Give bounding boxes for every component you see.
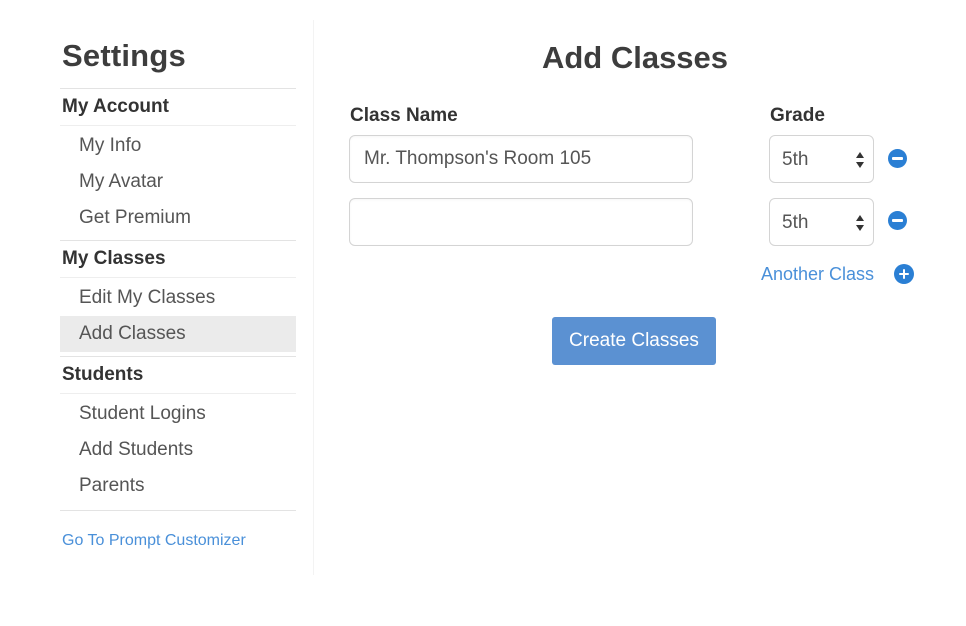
section-items: Edit My Classes Add Classes xyxy=(60,278,296,356)
class-name-input-2[interactable] xyxy=(349,198,693,246)
page-title: Add Classes xyxy=(541,40,729,75)
grade-label: Grade xyxy=(770,105,825,126)
class-name-input-1[interactable] xyxy=(349,135,693,183)
settings-page: Settings My Account My Info My Avatar Ge… xyxy=(0,0,966,626)
grade-select-1[interactable]: 5th xyxy=(769,135,874,183)
remove-row-1-minus-circle-icon[interactable] xyxy=(888,149,907,168)
section-students: Students Student Logins Add Students Par… xyxy=(60,356,296,508)
another-class-link[interactable]: Another Class xyxy=(761,264,874,285)
section-header-my-classes: My Classes xyxy=(60,241,296,278)
section-my-classes: My Classes Edit My Classes Add Classes xyxy=(60,240,296,356)
up-down-arrows-icon xyxy=(856,152,864,168)
remove-row-2-minus-circle-icon[interactable] xyxy=(888,211,907,230)
sidebar-item-my-avatar[interactable]: My Avatar xyxy=(60,164,296,200)
column-divider xyxy=(313,20,314,575)
prompt-customizer-link[interactable]: Go To Prompt Customizer xyxy=(62,532,296,550)
section-header-my-account: My Account xyxy=(60,89,296,126)
sidebar-item-get-premium[interactable]: Get Premium xyxy=(60,200,296,236)
settings-sidebar: Settings My Account My Info My Avatar Ge… xyxy=(60,38,296,550)
section-header-students: Students xyxy=(60,357,296,394)
class-name-label: Class Name xyxy=(350,105,458,126)
sidebar-item-edit-my-classes[interactable]: Edit My Classes xyxy=(60,280,296,316)
sidebar-item-my-info[interactable]: My Info xyxy=(60,128,296,164)
sidebar-item-student-logins[interactable]: Student Logins xyxy=(60,396,296,432)
plus-circle-icon[interactable] xyxy=(894,264,914,284)
up-down-arrows-icon xyxy=(856,215,864,231)
grade-select-value: 5th xyxy=(782,149,809,170)
create-classes-button[interactable]: Create Classes xyxy=(552,317,716,365)
grade-select-value: 5th xyxy=(782,212,809,233)
sidebar-title: Settings xyxy=(62,38,186,73)
section-items: Student Logins Add Students Parents xyxy=(60,394,296,508)
grade-select-2[interactable]: 5th xyxy=(769,198,874,246)
section-items: My Info My Avatar Get Premium xyxy=(60,126,296,240)
sidebar-item-add-classes[interactable]: Add Classes xyxy=(60,316,296,352)
section-my-account: My Account My Info My Avatar Get Premium xyxy=(60,88,296,240)
sidebar-item-parents[interactable]: Parents xyxy=(60,468,296,504)
sidebar-item-add-students[interactable]: Add Students xyxy=(60,432,296,468)
sidebar-divider xyxy=(60,510,296,511)
